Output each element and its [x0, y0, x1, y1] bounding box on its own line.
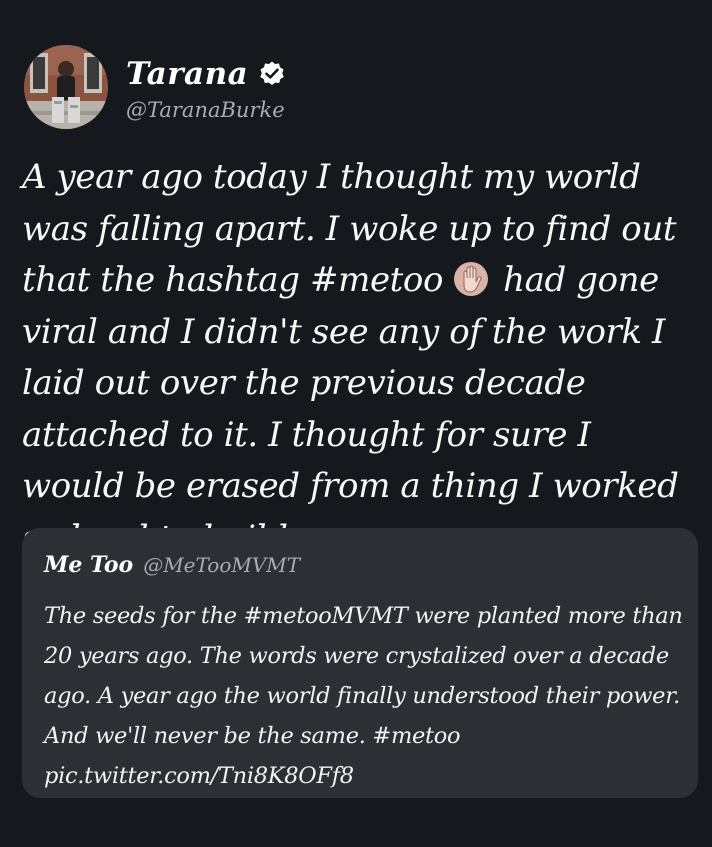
quoted-author-handle[interactable]: @MeTooMVMT [143, 553, 300, 577]
quoted-tweet[interactable]: Me Too @MeTooMVMT The seeds for the #met… [22, 528, 698, 798]
raised-hand-emoji-icon [453, 261, 489, 297]
author-display-name[interactable]: Tarana [126, 56, 248, 92]
avatar-photo [24, 45, 108, 129]
display-name-row: Tarana [126, 52, 286, 96]
hashtag-link[interactable]: #metoo [310, 260, 443, 300]
author-names: Tarana @TaranaBurke [126, 52, 286, 122]
quoted-tweet-header: Me Too @MeTooMVMT [44, 552, 676, 586]
quoted-author-name[interactable]: Me Too [44, 552, 133, 578]
verified-badge-icon [258, 60, 286, 88]
quoted-tweet-text: The seeds for the #metooMVMT were plante… [44, 603, 683, 789]
tweet-card: Tarana @TaranaBurke A year ago today I t… [0, 0, 712, 847]
tweet-text-part-2: had gone viral and I didn't see any of t… [22, 260, 679, 558]
tweet-text: A year ago today I thought my world was … [22, 152, 702, 564]
tweet-header: Tarana @TaranaBurke [24, 44, 286, 130]
avatar[interactable] [24, 45, 108, 129]
author-handle[interactable]: @TaranaBurke [126, 98, 286, 122]
